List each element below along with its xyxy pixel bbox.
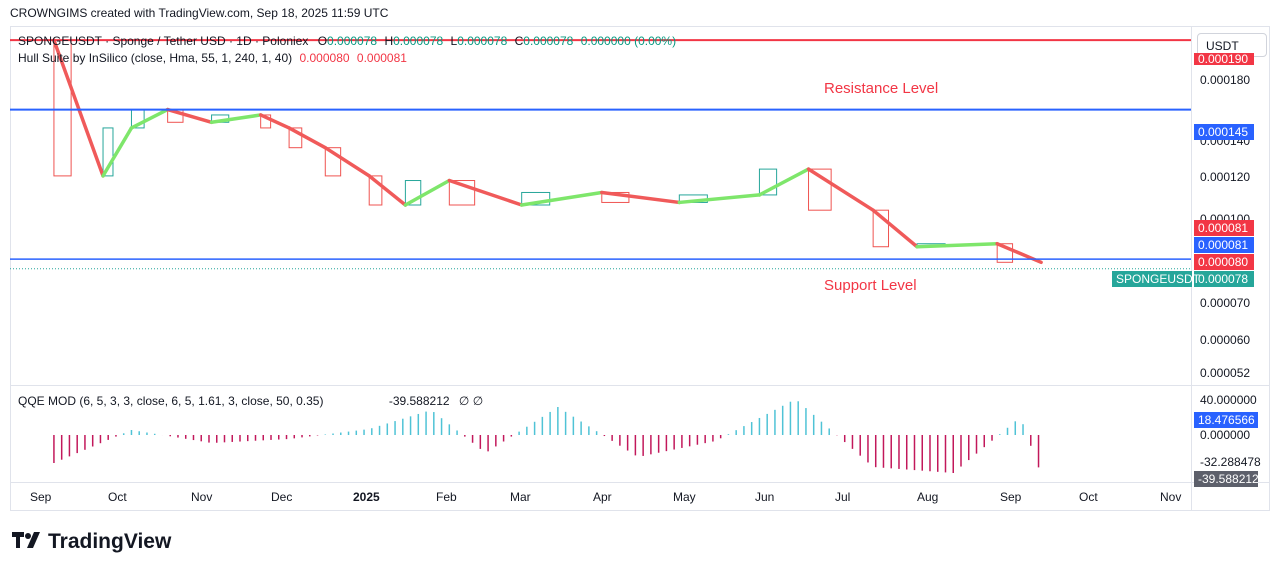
time-tick: Dec [271, 490, 293, 504]
time-tick: Oct [1079, 490, 1098, 504]
time-tick: 2025 [353, 490, 380, 504]
hull-indicator-name: Hull Suite by InSilico (close, Hma, 55, … [18, 51, 293, 65]
qqe-indicator-name: QQE MOD (6, 5, 3, 3, close, 6, 5, 1.61, … [18, 394, 324, 408]
price-tick: 0.000120 [1200, 170, 1251, 184]
resistance-annotation: Resistance Level [824, 80, 939, 97]
hull-price-tag-2: 0.000080 [1194, 254, 1254, 270]
qqe-tick: 0.000000 [1200, 428, 1251, 442]
change-value: 0.000000 (0.00%) [580, 34, 677, 48]
hull-segment [323, 145, 371, 178]
time-tick: Mar [510, 490, 531, 504]
qqe-value-tag: 18.476566 [1194, 412, 1258, 428]
hull-segment [600, 190, 682, 205]
support-annotation: Support Level [824, 277, 917, 294]
tradingview-logo[interactable]: TradingView [12, 530, 171, 554]
hull-segment [519, 190, 604, 207]
qqe-histogram [53, 401, 1040, 473]
open-value: 0.000078 [327, 34, 378, 48]
time-tick: Nov [191, 490, 213, 504]
time-tick: Jun [755, 490, 775, 504]
high-label: H [384, 34, 394, 48]
symbol-price-tag: SPONGEUSDT [1112, 271, 1200, 287]
qqe-tick: 40.000000 [1200, 393, 1257, 407]
close-value: 0.000078 [523, 34, 574, 48]
price-candles [53, 39, 1014, 263]
support-price-tag: 0.000081 [1194, 237, 1254, 253]
time-tick: Aug [917, 490, 939, 504]
tradingview-logo-icon [12, 530, 42, 554]
time-tick: Oct [108, 490, 127, 504]
hull-suite-line [52, 38, 1043, 265]
hull-price-tag-1: 0.000081 [1194, 220, 1254, 236]
time-tick: Nov [1160, 490, 1182, 504]
time-tick: May [673, 490, 696, 504]
brand-name: TradingView [48, 530, 172, 553]
pane-grid [10, 26, 1270, 511]
time-tick: Jul [835, 490, 851, 504]
hull-segment [367, 174, 408, 207]
hull-value-1: 0.000080 [299, 51, 350, 65]
high-value: 0.000078 [393, 34, 444, 48]
resistance-price-tag: 0.000190 [1194, 53, 1254, 65]
hull-segment [165, 107, 214, 125]
time-tick: Feb [436, 490, 457, 504]
hull-segment [806, 167, 875, 212]
qqe-last-tag: -39.588212 [1194, 471, 1259, 487]
hull-segment [871, 208, 919, 249]
hull-segment [757, 167, 811, 197]
hull-segment [677, 193, 762, 205]
qqe-tick: -32.288478 [1200, 455, 1261, 469]
price-tick: 0.000060 [1200, 333, 1251, 347]
hull-segment [129, 107, 170, 130]
hull-segment [209, 113, 263, 125]
time-tick: Sep [1000, 490, 1022, 504]
hull-segment [287, 126, 328, 150]
price-tick: 0.000070 [1200, 296, 1251, 310]
qqe-value: -39.588212 [388, 394, 450, 408]
low-value: 0.000078 [457, 34, 508, 48]
price-tick: 0.000052 [1200, 366, 1251, 380]
hull-value-2: 0.000081 [356, 51, 407, 65]
hull-segment [258, 113, 291, 130]
level-price-tag: 0.000145 [1194, 124, 1254, 140]
chart-canvas[interactable] [0, 0, 1281, 571]
price-tick: 0.000180 [1200, 73, 1251, 87]
hull-segment [101, 126, 134, 178]
symbol-legend[interactable]: SPONGEUSDT · Sponge / Tether USD · 1D · … [18, 34, 676, 48]
time-tick: Sep [30, 490, 52, 504]
last-price-tag: 0.000078 [1194, 271, 1254, 287]
qqe-flags: ∅ ∅ [458, 394, 484, 408]
time-tick: Apr [593, 490, 612, 504]
hull-legend[interactable]: Hull Suite by InSilico (close, Hma, 55, … [18, 51, 407, 65]
level-lines [10, 39, 1191, 270]
hull-segment [403, 178, 452, 207]
hull-segment [447, 178, 524, 207]
symbol-title: SPONGEUSDT · Sponge / Tether USD · 1D · … [18, 34, 309, 48]
close-label: C [514, 34, 524, 48]
qqe-legend[interactable]: QQE MOD (6, 5, 3, 3, close, 6, 5, 1.61, … [18, 394, 483, 408]
open-label: O [317, 34, 328, 48]
